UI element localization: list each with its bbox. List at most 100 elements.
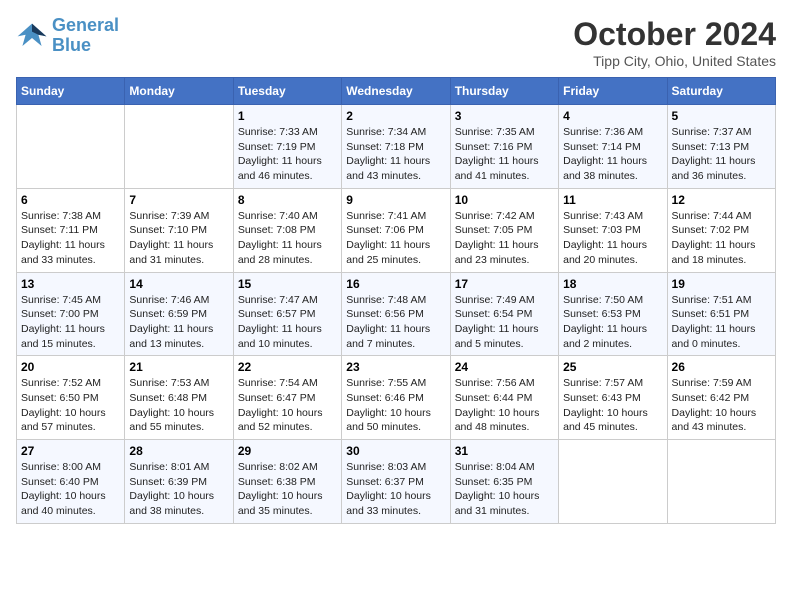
day-number: 20 [21, 360, 120, 374]
cell-details: Sunrise: 7:44 AMSunset: 7:02 PMDaylight:… [672, 209, 771, 268]
cell-details: Sunrise: 7:38 AMSunset: 7:11 PMDaylight:… [21, 209, 120, 268]
calendar-cell: 23 Sunrise: 7:55 AMSunset: 6:46 PMDayligh… [342, 356, 450, 440]
calendar-cell: 19Sunrise: 7:51 AMSunset: 6:51 PMDayligh… [667, 272, 775, 356]
calendar-cell: 26 Sunrise: 7:59 AMSunset: 6:42 PMDayligh… [667, 356, 775, 440]
calendar-cell: 6 Sunrise: 7:38 AMSunset: 7:11 PMDaylight… [17, 188, 125, 272]
cell-details: Sunrise: 7:34 AMSunset: 7:18 PMDaylight:… [346, 125, 445, 184]
week-row-2: 6 Sunrise: 7:38 AMSunset: 7:11 PMDaylight… [17, 188, 776, 272]
calendar-cell: 16 Sunrise: 7:48 AMSunset: 6:56 PMDayligh… [342, 272, 450, 356]
cell-details: Sunrise: 7:47 AMSunset: 6:57 PMDaylight:… [238, 293, 337, 352]
week-row-4: 20 Sunrise: 7:52 AMSunset: 6:50 PMDayligh… [17, 356, 776, 440]
month-title: October 2024 [573, 16, 776, 53]
day-number: 18 [563, 277, 662, 291]
calendar-cell [667, 440, 775, 524]
calendar-cell: 14Sunrise: 7:46 AMSunset: 6:59 PMDayligh… [125, 272, 233, 356]
calendar-cell: 12 Sunrise: 7:44 AMSunset: 7:02 PMDayligh… [667, 188, 775, 272]
day-number: 23 [346, 360, 445, 374]
weekday-header-monday: Monday [125, 78, 233, 105]
day-number: 10 [455, 193, 554, 207]
calendar-cell: 5Sunrise: 7:37 AMSunset: 7:13 PMDaylight… [667, 105, 775, 189]
cell-details: Sunrise: 7:45 AMSunset: 7:00 PMDaylight:… [21, 293, 120, 352]
day-number: 16 [346, 277, 445, 291]
week-row-3: 13 Sunrise: 7:45 AMSunset: 7:00 PMDayligh… [17, 272, 776, 356]
day-number: 31 [455, 444, 554, 458]
day-number: 11 [563, 193, 662, 207]
cell-details: Sunrise: 7:59 AMSunset: 6:42 PMDaylight:… [672, 376, 771, 435]
location-title: Tipp City, Ohio, United States [573, 53, 776, 69]
calendar-cell: 7 Sunrise: 7:39 AMSunset: 7:10 PMDaylight… [125, 188, 233, 272]
day-number: 14 [129, 277, 228, 291]
cell-details: Sunrise: 7:57 AMSunset: 6:43 PMDaylight:… [563, 376, 662, 435]
weekday-header-row: SundayMondayTuesdayWednesdayThursdayFrid… [17, 78, 776, 105]
calendar-cell: 3 Sunrise: 7:35 AMSunset: 7:16 PMDaylight… [450, 105, 558, 189]
day-number: 2 [346, 109, 445, 123]
cell-details: Sunrise: 7:41 AMSunset: 7:06 PMDaylight:… [346, 209, 445, 268]
calendar-cell: 8 Sunrise: 7:40 AMSunset: 7:08 PMDaylight… [233, 188, 341, 272]
calendar-cell: 22Sunrise: 7:54 AMSunset: 6:47 PMDayligh… [233, 356, 341, 440]
cell-details: Sunrise: 7:54 AMSunset: 6:47 PMDaylight:… [238, 376, 337, 435]
calendar-cell: 2 Sunrise: 7:34 AMSunset: 7:18 PMDaylight… [342, 105, 450, 189]
cell-details: Sunrise: 7:49 AMSunset: 6:54 PMDaylight:… [455, 293, 554, 352]
day-number: 25 [563, 360, 662, 374]
logo-icon [16, 22, 48, 50]
day-number: 29 [238, 444, 337, 458]
cell-details: Sunrise: 7:40 AMSunset: 7:08 PMDaylight:… [238, 209, 337, 268]
cell-details: Sunrise: 8:03 AMSunset: 6:37 PMDaylight:… [346, 460, 445, 519]
day-number: 21 [129, 360, 228, 374]
title-area: October 2024 Tipp City, Ohio, United Sta… [573, 16, 776, 69]
calendar-cell [559, 440, 667, 524]
cell-details: Sunrise: 7:48 AMSunset: 6:56 PMDaylight:… [346, 293, 445, 352]
day-number: 3 [455, 109, 554, 123]
day-number: 6 [21, 193, 120, 207]
day-number: 9 [346, 193, 445, 207]
day-number: 26 [672, 360, 771, 374]
calendar-cell: 27 Sunrise: 8:00 AMSunset: 6:40 PMDayligh… [17, 440, 125, 524]
day-number: 30 [346, 444, 445, 458]
calendar-cell: 24Sunrise: 7:56 AMSunset: 6:44 PMDayligh… [450, 356, 558, 440]
calendar-cell: 1 Sunrise: 7:33 AMSunset: 7:19 PMDaylight… [233, 105, 341, 189]
day-number: 27 [21, 444, 120, 458]
calendar-cell: 25 Sunrise: 7:57 AMSunset: 6:43 PMDayligh… [559, 356, 667, 440]
day-number: 8 [238, 193, 337, 207]
weekday-header-friday: Friday [559, 78, 667, 105]
day-number: 13 [21, 277, 120, 291]
day-number: 4 [563, 109, 662, 123]
cell-details: Sunrise: 7:50 AMSunset: 6:53 PMDaylight:… [563, 293, 662, 352]
calendar-cell [17, 105, 125, 189]
day-number: 7 [129, 193, 228, 207]
calendar-cell: 21Sunrise: 7:53 AMSunset: 6:48 PMDayligh… [125, 356, 233, 440]
day-number: 24 [455, 360, 554, 374]
calendar-cell: 30 Sunrise: 8:03 AMSunset: 6:37 PMDayligh… [342, 440, 450, 524]
calendar-cell: 17 Sunrise: 7:49 AMSunset: 6:54 PMDayligh… [450, 272, 558, 356]
calendar-cell: 9 Sunrise: 7:41 AMSunset: 7:06 PMDaylight… [342, 188, 450, 272]
cell-details: Sunrise: 8:02 AMSunset: 6:38 PMDaylight:… [238, 460, 337, 519]
weekday-header-tuesday: Tuesday [233, 78, 341, 105]
cell-details: Sunrise: 8:00 AMSunset: 6:40 PMDaylight:… [21, 460, 120, 519]
week-row-5: 27 Sunrise: 8:00 AMSunset: 6:40 PMDayligh… [17, 440, 776, 524]
day-number: 17 [455, 277, 554, 291]
weekday-header-sunday: Sunday [17, 78, 125, 105]
calendar-cell: 15 Sunrise: 7:47 AMSunset: 6:57 PMDayligh… [233, 272, 341, 356]
cell-details: Sunrise: 7:52 AMSunset: 6:50 PMDaylight:… [21, 376, 120, 435]
day-number: 1 [238, 109, 337, 123]
calendar-cell: 29 Sunrise: 8:02 AMSunset: 6:38 PMDayligh… [233, 440, 341, 524]
day-number: 15 [238, 277, 337, 291]
cell-details: Sunrise: 7:33 AMSunset: 7:19 PMDaylight:… [238, 125, 337, 184]
cell-details: Sunrise: 7:35 AMSunset: 7:16 PMDaylight:… [455, 125, 554, 184]
day-number: 12 [672, 193, 771, 207]
week-row-1: 1 Sunrise: 7:33 AMSunset: 7:19 PMDaylight… [17, 105, 776, 189]
cell-details: Sunrise: 7:51 AMSunset: 6:51 PMDaylight:… [672, 293, 771, 352]
weekday-header-wednesday: Wednesday [342, 78, 450, 105]
calendar-cell: 20 Sunrise: 7:52 AMSunset: 6:50 PMDayligh… [17, 356, 125, 440]
calendar-cell: 13 Sunrise: 7:45 AMSunset: 7:00 PMDayligh… [17, 272, 125, 356]
calendar-cell: 11 Sunrise: 7:43 AMSunset: 7:03 PMDayligh… [559, 188, 667, 272]
calendar-cell: 4Sunrise: 7:36 AMSunset: 7:14 PMDaylight… [559, 105, 667, 189]
calendar-cell [125, 105, 233, 189]
day-number: 5 [672, 109, 771, 123]
cell-details: Sunrise: 7:43 AMSunset: 7:03 PMDaylight:… [563, 209, 662, 268]
logo: General Blue [16, 16, 119, 56]
cell-details: Sunrise: 7:55 AMSunset: 6:46 PMDaylight:… [346, 376, 445, 435]
cell-details: Sunrise: 7:39 AMSunset: 7:10 PMDaylight:… [129, 209, 228, 268]
weekday-header-thursday: Thursday [450, 78, 558, 105]
header: General Blue October 2024 Tipp City, Ohi… [16, 16, 776, 69]
